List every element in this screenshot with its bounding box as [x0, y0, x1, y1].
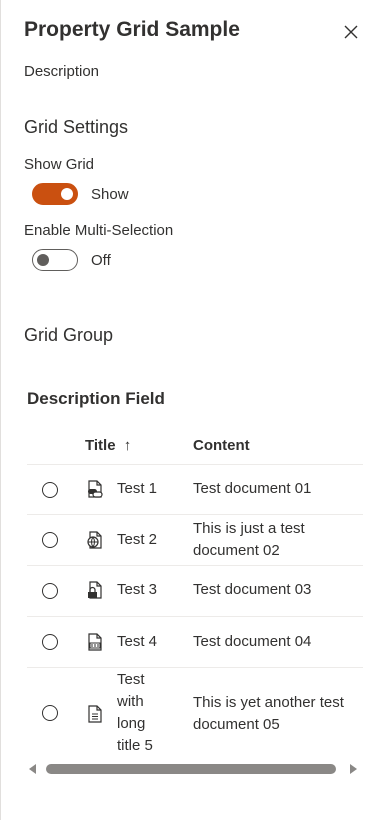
sort-ascending-icon: ↑ — [123, 437, 132, 454]
row-select-radio[interactable] — [42, 705, 58, 721]
row-content: This is just a test document 02 — [193, 520, 305, 559]
row-select-radio[interactable] — [42, 583, 58, 599]
table-row[interactable]: Test 3 Test document 03 — [27, 566, 363, 617]
pane-title: Property Grid Sample — [24, 18, 240, 41]
pane-description: Description — [24, 63, 100, 80]
row-title: Test 2 — [117, 531, 158, 548]
scroll-right-arrow-icon[interactable] — [350, 764, 357, 774]
globe-document-icon — [87, 531, 102, 549]
column-header-title[interactable]: Title ↑ — [85, 437, 131, 454]
toggle-knob — [37, 254, 49, 266]
row-select-radio[interactable] — [42, 532, 58, 548]
link-document-icon — [88, 480, 103, 498]
row-content: Test document 04 — [193, 633, 312, 650]
row-title: Test 3 — [117, 581, 158, 598]
multi-selection-state: Off — [91, 252, 111, 269]
scroll-thumb[interactable] — [46, 764, 336, 774]
group-title-grid-settings: Grid Settings — [24, 117, 129, 137]
row-title: Test 4 — [117, 633, 158, 650]
lock-document-icon — [88, 581, 102, 599]
row-title: Test with long title 5 — [117, 671, 153, 754]
documents-grid: Title ↑ Content Test 1 Test document 01 — [27, 428, 363, 762]
multi-selection-label: Enable Multi-Selection — [24, 222, 174, 239]
show-grid-label: Show Grid — [24, 156, 95, 173]
toggle-knob — [61, 188, 73, 200]
show-grid-state: Show — [91, 186, 129, 203]
multi-selection-toggle[interactable] — [32, 249, 78, 271]
description-field-label: Description Field — [27, 389, 165, 408]
column-title-label: Title — [85, 437, 116, 454]
row-content: This is yet another test document 05 — [193, 694, 344, 733]
close-button[interactable] — [339, 20, 363, 44]
row-select-radio[interactable] — [42, 482, 58, 498]
show-grid-toggle[interactable] — [32, 183, 78, 205]
table-row[interactable]: Test 4 Test document 04 — [27, 617, 363, 668]
property-pane: Property Grid Sample Description Grid Se… — [0, 0, 382, 820]
text-document-icon — [88, 705, 102, 723]
grid-header: Title ↑ Content — [27, 428, 363, 465]
close-icon — [344, 25, 358, 39]
row-content: Test document 03 — [193, 581, 312, 598]
scroll-left-arrow-icon[interactable] — [29, 764, 36, 774]
row-select-radio[interactable] — [42, 634, 58, 650]
row-content: Test document 01 — [193, 480, 312, 497]
table-row[interactable]: Test 2 This is just a test document 02 — [27, 515, 363, 566]
column-header-content[interactable]: Content — [193, 437, 250, 454]
group-title-grid-group: Grid Group — [24, 325, 114, 345]
table-row[interactable]: Test 1 Test document 01 — [27, 465, 363, 515]
code-document-icon — [88, 633, 102, 651]
table-row[interactable]: Test with long title 5 This is yet anoth… — [27, 668, 363, 762]
horizontal-scrollbar[interactable] — [27, 762, 363, 776]
row-title: Test 1 — [117, 480, 158, 497]
